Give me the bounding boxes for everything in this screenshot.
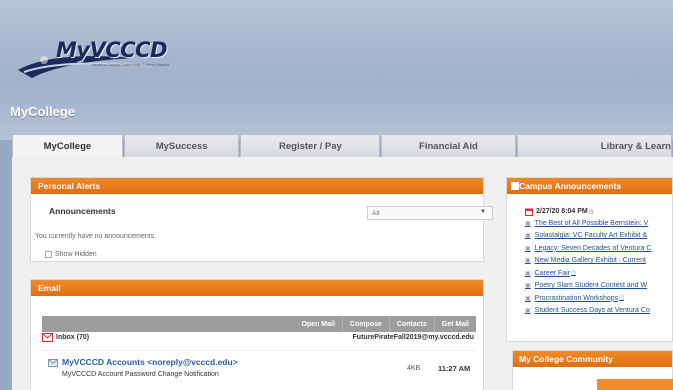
list-item[interactable]: ▣ Procrastination Workshops ◳: [525, 292, 673, 305]
campus-announcements-header: Campus Announcements: [507, 178, 672, 194]
message-sender[interactable]: MyVCCCD Accounts <noreply@vcccd.edu>: [62, 357, 238, 367]
bullet-icon: ▣: [525, 283, 531, 290]
list-item[interactable]: ▣ New Media Gallery Exhibit : Current: [525, 255, 673, 268]
tab-content: Personal Alerts Announcements All ▼ You …: [12, 157, 673, 390]
announcement-date-text: 2/27/20 8:04 PM: [536, 208, 588, 215]
page-title: MyCollege: [10, 104, 76, 119]
tab-register-pay[interactable]: Register / Pay: [240, 134, 381, 158]
list-item[interactable]: ▣ Legacy: Seven Decades of Ventura C: [525, 242, 673, 255]
personal-alerts-panel: Personal Alerts Announcements All ▼ You …: [30, 177, 493, 262]
compose-button[interactable]: Compose: [341, 316, 389, 332]
email-header: Email: [31, 280, 483, 296]
tab-mycollege[interactable]: MyCollege: [12, 134, 123, 158]
external-link-icon: ◳: [588, 208, 594, 215]
external-link-icon: ◳: [619, 295, 624, 302]
inbox-label: Inbox (70): [56, 334, 90, 341]
main-tabs: MyCollege MySuccess Register / Pay Finan…: [12, 134, 673, 158]
list-item[interactable]: ▣ Poetry Slam Student Contest and W: [525, 280, 673, 293]
college-community-panel: My College Community: [512, 350, 673, 390]
tab-mysuccess[interactable]: MySuccess: [123, 134, 240, 158]
list-item[interactable]: ▣ The Best of All Possible Bernstein: V: [525, 217, 673, 230]
email-toolbar: Open Mail Compose Contacts Get Mail: [42, 316, 476, 332]
announcement-date: 2/27/20 8:04 PM ◳: [525, 206, 673, 217]
tab-library-learn[interactable]: Library & Learn: [516, 134, 672, 158]
open-mail-button[interactable]: Open Mail: [294, 316, 341, 332]
get-mail-button[interactable]: Get Mail: [433, 316, 476, 332]
college-community-header: My College Community: [513, 351, 672, 367]
bullet-icon: ▣: [525, 295, 531, 302]
no-announcements-text: You currently have no announcements.: [35, 233, 157, 240]
announcement-link[interactable]: Legacy: Seven Decades of Ventura C: [535, 245, 652, 252]
announcement-link[interactable]: Poetry Slam Student Contest and W: [535, 282, 647, 289]
envelope-icon: [48, 359, 58, 367]
email-panel: Email Open Mail Compose Contacts Get Mai…: [30, 279, 484, 390]
list-item[interactable]: ▣ Student Success Days at Ventura Co: [525, 305, 673, 318]
announcement-link[interactable]: New Media Gallery Exhibit : Current: [535, 257, 646, 264]
show-hidden-checkbox[interactable]: [45, 251, 52, 258]
bullet-icon: ▣: [525, 220, 531, 227]
logo-tagline: Ventura County Community College Distric…: [92, 62, 169, 67]
gmail-icon: [42, 333, 53, 342]
bullet-icon: ▣: [525, 308, 531, 315]
external-link-icon: ◳: [571, 270, 576, 277]
contacts-button[interactable]: Contacts: [388, 316, 434, 332]
newspaper-icon: [511, 182, 519, 190]
chevron-down-icon: ▼: [480, 209, 486, 215]
bullet-icon: ▣: [525, 270, 531, 277]
announcement-link[interactable]: Career Fair: [535, 270, 570, 277]
announcement-link[interactable]: Student Success Days at Ventura Co: [535, 307, 650, 314]
show-hidden-toggle[interactable]: Show Hidden: [45, 251, 97, 258]
message-subject[interactable]: MyVCCCD Account Password Change Notifica…: [62, 371, 219, 378]
announcements-title: Announcements: [49, 206, 116, 216]
show-hidden-label: Show Hidden: [55, 251, 97, 258]
campus-announcements-title: Campus Announcements: [519, 181, 622, 191]
campus-announcements-panel: Campus Announcements 2/27/20 8:04 PM ◳ ▣…: [506, 177, 673, 342]
message-size: 4KB: [407, 365, 421, 372]
announcements-filter-value: All: [372, 209, 380, 217]
list-item[interactable]: ▣ Career Fair ◳: [525, 267, 673, 280]
community-action-button[interactable]: [597, 379, 673, 390]
bullet-icon: ▣: [525, 258, 531, 265]
bullet-icon: ▣: [525, 245, 531, 252]
personal-alerts-header: Personal Alerts: [31, 178, 483, 194]
announcement-link[interactable]: The Best of All Possible Bernstein: V: [535, 220, 649, 227]
announcement-link[interactable]: Procrastination Workshops: [535, 295, 619, 302]
inbox-row[interactable]: Inbox (70) FuturePirateFall2019@my.vcccd…: [42, 332, 476, 345]
announcements-filter-select[interactable]: All ▼: [367, 206, 493, 220]
message-time: 11:27 AM: [438, 364, 471, 373]
bullet-icon: ▣: [525, 233, 531, 240]
email-account: FuturePirateFall2019@my.vcccd.edu: [352, 334, 474, 341]
announcement-link[interactable]: Solastalgia: VC Faculty Art Exhibit &: [535, 232, 647, 239]
list-item[interactable]: ▣ Solastalgia: VC Faculty Art Exhibit &: [525, 230, 673, 243]
logo-text[interactable]: MyVCCCD: [56, 38, 168, 62]
tab-financial-aid[interactable]: Financial Aid: [381, 134, 516, 158]
list-item[interactable]: MyVCCCD Accounts <noreply@vcccd.edu> MyV…: [42, 350, 476, 390]
campus-announcements-list: 2/27/20 8:04 PM ◳ ▣ The Best of All Possi…: [525, 206, 673, 317]
calendar-icon: [525, 208, 533, 216]
